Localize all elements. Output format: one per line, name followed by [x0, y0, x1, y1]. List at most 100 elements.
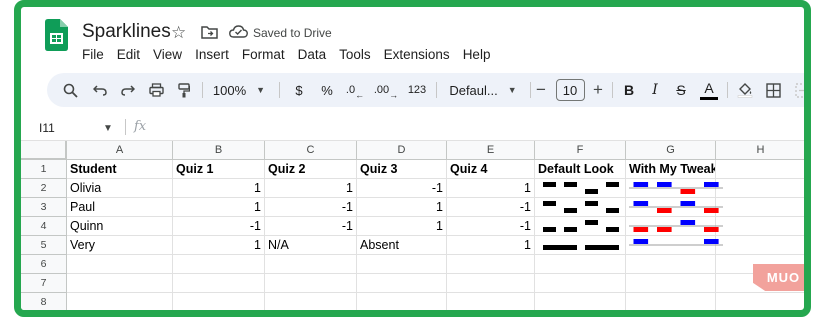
cell-g7[interactable]	[626, 274, 716, 293]
cell-a6[interactable]	[67, 255, 173, 274]
cell-c1[interactable]: Quiz 2	[265, 160, 357, 179]
column-header-d[interactable]: D	[357, 141, 447, 160]
cloud-done-icon[interactable]	[229, 25, 248, 38]
increase-decimal-button[interactable]: .00 →	[372, 73, 400, 107]
decrease-decimal-button[interactable]: .0 ←	[343, 73, 367, 107]
decrease-font-size-icon[interactable]: −	[532, 73, 550, 107]
paint-format-icon[interactable]	[171, 73, 197, 107]
cell-b6[interactable]	[173, 255, 265, 274]
cell-f7[interactable]	[535, 274, 626, 293]
cell-f8[interactable]	[535, 293, 626, 310]
cell-e4[interactable]: -1	[447, 217, 535, 236]
select-all-corner[interactable]	[21, 141, 67, 160]
row-header-3[interactable]: 3	[21, 198, 67, 217]
strikethrough-button[interactable]: S	[670, 73, 692, 107]
cell-c2[interactable]: 1	[265, 179, 357, 198]
cell-d1[interactable]: Quiz 3	[357, 160, 447, 179]
star-icon[interactable]: ☆	[171, 23, 186, 43]
column-header-c[interactable]: C	[265, 141, 357, 160]
menu-data[interactable]: Data	[298, 47, 327, 62]
increase-font-size-icon[interactable]: +	[589, 73, 607, 107]
cell-a4[interactable]: Quinn	[67, 217, 173, 236]
row-header-6[interactable]: 6	[21, 255, 67, 274]
cell-d6[interactable]	[357, 255, 447, 274]
cell-h4[interactable]	[716, 217, 804, 236]
cell-b1[interactable]: Quiz 1	[173, 160, 265, 179]
merge-cells-icon[interactable]	[791, 73, 804, 107]
cell-a3[interactable]: Paul	[67, 198, 173, 217]
cell-c5[interactable]: N/A	[265, 236, 357, 255]
cell-c4[interactable]: -1	[265, 217, 357, 236]
cell-e7[interactable]	[447, 274, 535, 293]
fill-color-icon[interactable]	[733, 73, 757, 107]
menu-extensions[interactable]: Extensions	[384, 47, 450, 62]
column-header-h[interactable]: H	[716, 141, 804, 160]
cell-c8[interactable]	[265, 293, 357, 310]
column-header-b[interactable]: B	[173, 141, 265, 160]
menu-edit[interactable]: Edit	[117, 47, 140, 62]
menu-insert[interactable]: Insert	[195, 47, 229, 62]
row-header-4[interactable]: 4	[21, 217, 67, 236]
move-folder-icon[interactable]	[201, 25, 218, 39]
text-color-button[interactable]: A	[697, 73, 721, 107]
cell-e6[interactable]	[447, 255, 535, 274]
cell-d4[interactable]: 1	[357, 217, 447, 236]
print-icon[interactable]	[143, 73, 169, 107]
cell-d5[interactable]: Absent	[357, 236, 447, 255]
cell-e2[interactable]: 1	[447, 179, 535, 198]
column-header-f[interactable]: F	[535, 141, 626, 160]
zoom-select[interactable]: 100% ▼	[209, 73, 269, 107]
cell-c7[interactable]	[265, 274, 357, 293]
row-header-2[interactable]: 2	[21, 179, 67, 198]
cell-a7[interactable]	[67, 274, 173, 293]
font-select[interactable]: Defaul... ▼	[443, 73, 523, 107]
cell-c3[interactable]: -1	[265, 198, 357, 217]
search-menus-icon[interactable]	[57, 73, 83, 107]
cell-e8[interactable]	[447, 293, 535, 310]
cell-g1[interactable]: With My Tweaks	[626, 160, 716, 179]
cell-c6[interactable]	[265, 255, 357, 274]
cell-a5[interactable]: Very	[67, 236, 173, 255]
format-percent-button[interactable]: %	[316, 73, 338, 107]
row-header-7[interactable]: 7	[21, 274, 67, 293]
cell-b2[interactable]: 1	[173, 179, 265, 198]
cell-b5[interactable]: 1	[173, 236, 265, 255]
menu-view[interactable]: View	[153, 47, 182, 62]
menu-file[interactable]: File	[82, 47, 104, 62]
cell-f1[interactable]: Default Look	[535, 160, 626, 179]
cell-b8[interactable]	[173, 293, 265, 310]
cell-f6[interactable]	[535, 255, 626, 274]
cell-e3[interactable]: -1	[447, 198, 535, 217]
redo-icon[interactable]	[115, 73, 141, 107]
row-header-1[interactable]: 1	[21, 160, 67, 179]
cell-d8[interactable]	[357, 293, 447, 310]
sheets-logo-icon[interactable]	[45, 19, 68, 51]
cell-h8[interactable]	[716, 293, 804, 310]
menu-tools[interactable]: Tools	[339, 47, 371, 62]
name-box[interactable]: I11	[39, 121, 55, 135]
italic-button[interactable]: I	[644, 73, 666, 107]
cell-b3[interactable]: 1	[173, 198, 265, 217]
cell-b4[interactable]: -1	[173, 217, 265, 236]
format-currency-button[interactable]: $	[288, 73, 310, 107]
cell-h1[interactable]	[716, 160, 804, 179]
cell-a1[interactable]: Student	[67, 160, 173, 179]
cell-b7[interactable]	[173, 274, 265, 293]
cell-a8[interactable]	[67, 293, 173, 310]
cell-g6[interactable]	[626, 255, 716, 274]
cell-h3[interactable]	[716, 198, 804, 217]
borders-icon[interactable]	[761, 73, 785, 107]
row-header-5[interactable]: 5	[21, 236, 67, 255]
column-header-a[interactable]: A	[67, 141, 173, 160]
column-header-g[interactable]: G	[626, 141, 716, 160]
cell-a2[interactable]: Olivia	[67, 179, 173, 198]
undo-icon[interactable]	[87, 73, 113, 107]
menu-help[interactable]: Help	[463, 47, 491, 62]
cell-h2[interactable]	[716, 179, 804, 198]
cell-d2[interactable]: -1	[357, 179, 447, 198]
bold-button[interactable]: B	[618, 73, 640, 107]
cell-d7[interactable]	[357, 274, 447, 293]
cell-d3[interactable]: 1	[357, 198, 447, 217]
column-header-e[interactable]: E	[447, 141, 535, 160]
more-formats-button[interactable]: 123	[404, 73, 430, 107]
